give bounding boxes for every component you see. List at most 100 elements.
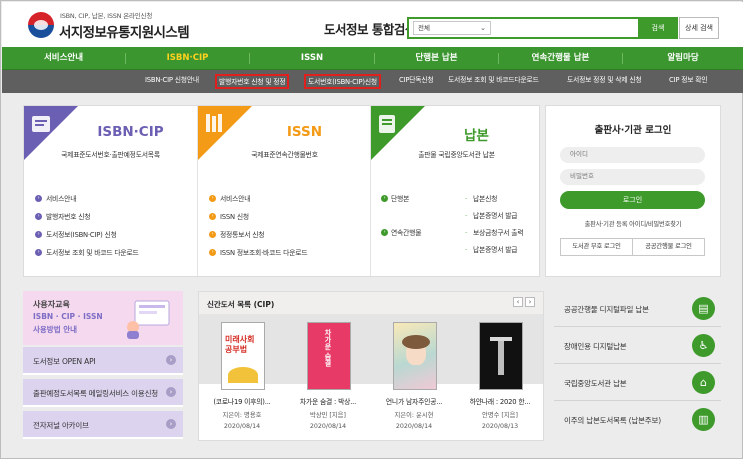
detail-search-button[interactable]: 상세 검색 <box>679 17 719 39</box>
national-library-deposit-link[interactable]: 국립중앙도서관 납본 ⌂ <box>554 365 721 401</box>
book-author: 박상민 [지음] <box>310 412 346 419</box>
accessibility-icon: ♿ <box>692 334 715 357</box>
napbon-link-apply[interactable]: · 납본신청 <box>463 194 523 211</box>
next-icon[interactable]: › <box>525 297 535 307</box>
isbn-link-barcode[interactable]: › 도서정보 조회 및 바코드 다운로드 <box>35 248 139 266</box>
banner-subtitle: ISBN · CIP · ISSN <box>33 312 103 321</box>
site-title[interactable]: 서지정보유통지원시스템 <box>59 21 190 41</box>
main-nav: 서비스안내 ISBN·CIP ISSN 단행본 납본 연속간행물 납본 알림마당 <box>2 47 743 70</box>
mailing-service-link[interactable]: 출판예정도서목록 메일링서비스 이용신청 › <box>23 379 183 407</box>
arrow-right-icon: › <box>166 419 176 429</box>
search-button[interactable]: 검색 <box>638 17 678 39</box>
isbn-link-publisher[interactable]: › 발행자번호 신청 <box>35 212 139 230</box>
book-cover: 미래사회 공부법 <box>221 322 265 390</box>
search-scope-select[interactable]: 전체 ⌄ <box>413 21 491 35</box>
book-cover: 차가운 숨결 <box>307 322 351 390</box>
main-nav-book-deposit[interactable]: 단행본 납본 <box>375 47 498 70</box>
logo-subtitle: ISBN, CIP, 납본, ISSN 온라인신청 <box>60 12 153 20</box>
book-cover <box>479 322 523 390</box>
sub-nav-cip-only[interactable]: CIP단독신청 <box>399 74 434 89</box>
book-author: 지은이: 윤시현 <box>394 412 434 419</box>
book-date: 2020/08/14 <box>223 423 261 430</box>
isbn-link-apply[interactable]: › 도서정보(ISBN·CIP) 신청 <box>35 230 139 248</box>
arrow-right-icon: › <box>166 387 176 397</box>
library-login-button[interactable]: 도서관 부호 로그인 <box>560 238 633 256</box>
sub-nav-publisher-number[interactable]: 발행자번호 신청 및 정정 <box>215 74 290 89</box>
digital-file-deposit-link[interactable]: 공공간행물 디지털파일 납본 ▤ <box>554 291 721 327</box>
napbon-link-serial-certificate[interactable]: · 납본증명서 발급 <box>463 245 523 262</box>
book-title: 차가운 숨결 : 박상... <box>299 398 357 406</box>
book-item[interactable]: 차가운 숨결 차가운 숨결 : 박상... 박상민 [지음] 2020/08/1… <box>285 314 371 442</box>
service-cards: ISBN·CIP 국제표준도서번호·출판예정도서목록 › 서비스안내 › 발행자번호… <box>23 105 542 278</box>
banner-caption: 사용방법 안내 <box>33 325 78 334</box>
library-icon: ⌂ <box>692 371 715 394</box>
header: ISBN, CIP, 납본, ISSN 온라인신청 서지정보유통지원시스템 도서… <box>2 2 743 47</box>
book-date: 2020/08/14 <box>395 423 433 430</box>
sub-nav: ISBN-CIP 신청안내 발행자번호 신청 및 정정 도서번호(ISBN-CI… <box>2 70 743 93</box>
isbn-card: ISBN·CIP 국제표준도서번호·출판예정도서목록 › 서비스안내 › 발행자번호… <box>24 106 197 278</box>
napbon-cat-serial[interactable]: › 연속간행물 <box>381 228 421 245</box>
banner-title: 사용자교육 <box>33 300 70 309</box>
issn-card-title[interactable]: ISSN <box>198 124 371 140</box>
napbon-cat-book[interactable]: › 단행본 <box>381 194 421 211</box>
issn-link-barcode[interactable]: › ISSN 정보조회·바코드 다운로드 <box>209 248 308 266</box>
sub-nav-guide[interactable]: ISBN-CIP 신청안내 <box>145 74 199 89</box>
login-id-input[interactable] <box>560 147 705 163</box>
user-education-banner[interactable]: 사용자교육 ISBN · CIP · ISSN 사용방법 안내 <box>23 291 183 345</box>
search-box: 전체 ⌄ 검색 <box>407 17 678 39</box>
ejournal-archive-link[interactable]: 전자저널 아카이브 › <box>23 411 183 439</box>
document-icon: ▤ <box>692 297 715 320</box>
book-author: 안명수 [지음] <box>482 412 518 419</box>
sub-nav-correction[interactable]: 도서정보 정정 및 삭제 신청 <box>567 74 642 89</box>
weekly-deposit-list-link[interactable]: 이주의 납본도서목록 (납본주보) ▥ <box>554 402 721 438</box>
isbn-link-service[interactable]: › 서비스안내 <box>35 194 139 212</box>
book-title: 언니가 남자주인공... <box>385 398 443 406</box>
napbon-link-compensation[interactable]: · 보상금청구서 출력 <box>463 228 524 245</box>
main-nav-service[interactable]: 서비스안내 <box>2 47 125 70</box>
open-api-link[interactable]: 도서정보 OPEN API › <box>23 347 183 375</box>
issn-link-service[interactable]: › 서비스안내 <box>209 194 307 212</box>
isbn-card-subtitle: 국제표준도서번호·출판예정도서목록 <box>61 151 160 159</box>
new-books-header: 신간도서 목록 (CIP) ‹ › <box>199 292 543 314</box>
prev-icon[interactable]: ‹ <box>513 297 523 307</box>
login-title: 출판사·기관 로그인 <box>594 125 672 136</box>
napbon-links: · 납본신청 · 납본증명서 발급 · 보상금청구서 출력 · 납본증명서 발급 <box>463 194 524 262</box>
sub-nav-cip-check[interactable]: CIP 정보 확인 <box>669 74 708 89</box>
government-emblem-icon[interactable] <box>28 12 54 38</box>
search-title: 도서정보 통합검색 <box>324 22 416 37</box>
login-links[interactable]: 출판사·기관 등록 아이디/비밀번호찾기 <box>546 219 720 228</box>
napbon-link-certificate[interactable]: · 납본증명서 발급 <box>463 211 523 228</box>
sub-nav-barcode-download[interactable]: 도서정보 조회 및 바코드다운로드 <box>448 74 539 89</box>
napbon-card-title[interactable]: 납본 <box>371 124 542 144</box>
issn-link-apply[interactable]: › ISSN 신청 <box>209 212 307 230</box>
new-books-panel: 신간도서 목록 (CIP) ‹ › 미래사회 공부법 (코로나19 이후의)...… <box>198 291 544 441</box>
search-input[interactable] <box>495 20 635 36</box>
isbn-card-title[interactable]: ISBN·CIP <box>24 124 197 140</box>
accessible-deposit-link[interactable]: 장애인용 디지털납본 ♿ <box>554 328 721 364</box>
sub-nav-isbn-cip-apply[interactable]: 도서번호(ISBN-CIP)신청 <box>304 74 381 89</box>
issn-link-correction[interactable]: › 정정통보서 신청 <box>209 230 307 248</box>
page: ISBN, CIP, 납본, ISSN 온라인신청 서지정보유통지원시스템 도서… <box>0 0 743 459</box>
arrow-right-icon: › <box>166 355 176 365</box>
book-date: 2020/08/14 <box>309 423 347 430</box>
napbon-categories: › 단행본 › 연속간행물 <box>381 194 421 245</box>
book-item[interactable]: 언니가 남자주인공... 지은이: 윤시현 2020/08/14 <box>371 314 457 442</box>
book-cover <box>393 322 437 390</box>
main-nav-isbn-cip[interactable]: ISBN·CIP <box>126 47 249 70</box>
serial-login-button[interactable]: 공공간행물 로그인 <box>632 238 705 256</box>
book-cover-text: 미래사회 공부법 <box>225 335 255 354</box>
main-nav-serial-deposit[interactable]: 연속간행물 납본 <box>499 47 622 70</box>
main-nav-notice[interactable]: 알림마당 <box>623 47 743 70</box>
book-date: 2020/08/13 <box>481 423 519 430</box>
education-illustration-icon <box>127 300 170 339</box>
chevron-down-icon: ⌄ <box>480 24 486 32</box>
login-button[interactable]: 로그인 <box>560 191 705 209</box>
issn-card: ISSN 국제표준연속간행물번호 › 서비스안내 › ISSN 신청 › 정정통보서 … <box>197 106 370 278</box>
book-cover-text: 차가운 숨결 <box>324 329 332 367</box>
book-item[interactable]: 미래사회 공부법 (코로나19 이후의)... 지은이: 명용호 2020/08… <box>199 314 285 442</box>
login-password-input[interactable] <box>560 169 705 185</box>
main-nav-issn[interactable]: ISSN <box>250 47 374 70</box>
book-item[interactable]: 하얀나래 : 2020 한... 안명수 [지음] 2020/08/13 <box>457 314 543 442</box>
new-books-title: 신간도서 목록 (CIP) <box>207 300 275 309</box>
new-books-pager: ‹ › <box>511 297 535 307</box>
